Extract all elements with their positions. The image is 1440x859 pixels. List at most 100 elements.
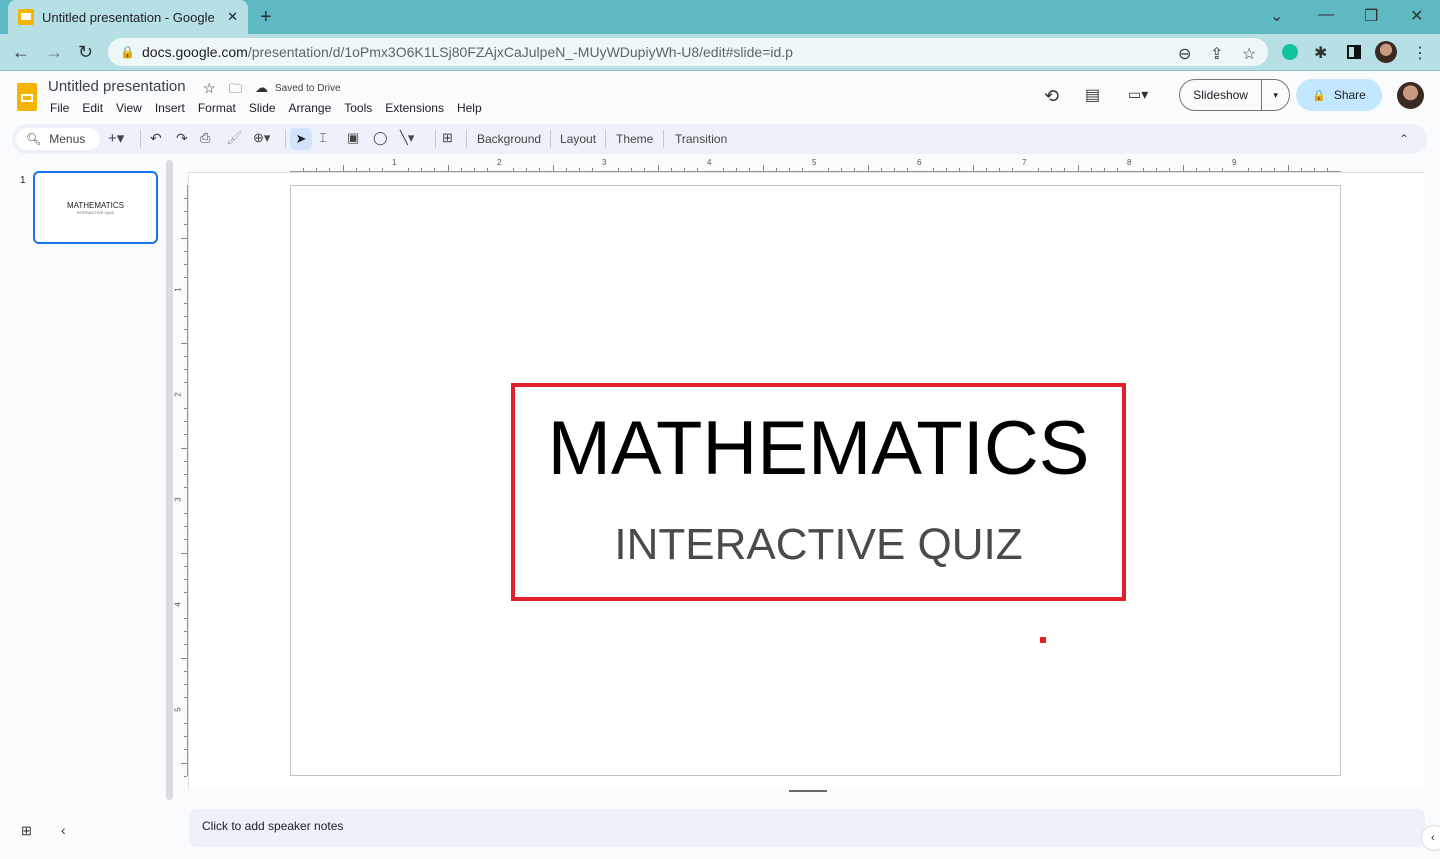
ruler-tick	[355, 168, 357, 171]
menu-insert[interactable]: Insert	[155, 101, 185, 115]
undo-icon[interactable]: ↶	[150, 130, 162, 147]
ruler-tick	[933, 168, 935, 171]
ruler-tick	[181, 447, 187, 449]
ruler-tick	[184, 670, 187, 672]
new-slide-icon[interactable]: +▾	[108, 129, 124, 147]
grammarly-extension-icon[interactable]	[1282, 44, 1298, 60]
ruler-tick	[381, 168, 383, 171]
notes-resize-handle[interactable]	[789, 790, 827, 792]
ruler-label: 3	[602, 158, 607, 167]
ruler-tick	[184, 368, 187, 370]
search-icon: 🔍︎	[26, 132, 42, 146]
minimize-icon[interactable]: —	[1318, 6, 1334, 24]
redo-icon[interactable]: ↷	[176, 130, 188, 147]
ruler-tick	[1169, 168, 1171, 171]
restore-icon[interactable]: ❐	[1364, 6, 1378, 26]
ruler-tick	[972, 165, 974, 171]
zoom-out-icon[interactable]: ⊖	[1178, 44, 1191, 64]
red-dot-marker	[1040, 637, 1046, 643]
menu-edit[interactable]: Edit	[82, 101, 103, 115]
text-box-icon[interactable]: ⌶	[319, 130, 327, 146]
ruler-tick	[184, 421, 187, 423]
shape-icon[interactable]: ◯	[373, 130, 388, 146]
select-cursor-icon[interactable]: ➤	[290, 128, 312, 150]
back-icon[interactable]: ←	[12, 42, 30, 63]
menu-help[interactable]: Help	[457, 101, 482, 115]
menu-extensions[interactable]: Extensions	[385, 101, 444, 115]
filmstrip-scrollbar[interactable]	[166, 160, 173, 800]
ruler-tick	[181, 552, 187, 554]
star-icon[interactable]: ☆	[203, 80, 216, 97]
ruler-tick	[184, 211, 187, 213]
move-folder-icon[interactable]: 🗀	[229, 80, 242, 102]
ruler-tick	[184, 578, 187, 580]
layout-button[interactable]: Layout	[560, 132, 596, 146]
version-history-icon[interactable]: ⟲	[1044, 86, 1059, 107]
comments-icon[interactable]: ▤	[1085, 85, 1100, 105]
ruler-tick	[893, 168, 895, 171]
paint-format-icon[interactable]: 🖌︎	[226, 130, 243, 146]
ruler-label: 1	[392, 158, 397, 167]
bookmark-star-icon[interactable]: ☆	[1242, 44, 1256, 64]
collapse-toolbar-icon[interactable]: ⌃	[1399, 132, 1409, 146]
menu-format[interactable]: Format	[198, 101, 236, 115]
menu-arrange[interactable]: Arrange	[289, 101, 332, 115]
collapse-filmstrip-icon[interactable]: ‹	[61, 822, 66, 838]
slide-thumbnail[interactable]: MATHEMATICS INTERACTIVE QUIZ	[33, 171, 158, 244]
grid-view-icon[interactable]: ⊞	[21, 823, 32, 839]
ruler-tick	[184, 644, 187, 646]
theme-button[interactable]: Theme	[616, 132, 653, 146]
slideshow-dropdown-icon[interactable]: ▾	[1261, 80, 1289, 110]
ruler-tick	[184, 683, 187, 685]
ruler-tick	[591, 168, 593, 171]
ruler-tick	[1221, 168, 1223, 171]
profile-avatar[interactable]	[1375, 41, 1397, 63]
url-input[interactable]: 🔒 docs.google.com/presentation/d/1oPmx3O…	[108, 38, 1268, 66]
side-panel-icon[interactable]	[1347, 45, 1361, 59]
close-tab-icon[interactable]: ✕	[227, 9, 238, 25]
extensions-puzzle-icon[interactable]: ✱	[1314, 43, 1327, 63]
account-avatar[interactable]	[1397, 82, 1424, 109]
menu-slide[interactable]: Slide	[249, 101, 276, 115]
menu-view[interactable]: View	[116, 101, 142, 115]
menu-file[interactable]: File	[50, 101, 69, 115]
slide-title[interactable]: MATHEMATICS	[515, 405, 1122, 492]
browser-menu-icon[interactable]: ⋮	[1412, 43, 1428, 63]
zoom-icon[interactable]: ⊕▾	[253, 130, 270, 146]
ruler-tick	[303, 168, 305, 171]
transition-button[interactable]: Transition	[675, 132, 727, 146]
ruler-tick	[998, 168, 1000, 171]
tab-search-icon[interactable]: ⌄	[1270, 6, 1283, 26]
reload-icon[interactable]: ↻	[78, 42, 93, 63]
meet-camera-icon[interactable]: ▭▾	[1128, 86, 1148, 103]
ruler-tick	[539, 168, 541, 171]
search-menus-input[interactable]: 🔍︎ Menus	[16, 128, 100, 150]
slides-logo-icon[interactable]	[17, 83, 37, 111]
ruler-tick	[1143, 168, 1145, 171]
slideshow-button[interactable]: Slideshow ▾	[1179, 79, 1290, 111]
line-icon[interactable]: ╲▾	[400, 130, 414, 146]
ruler-tick	[565, 168, 567, 171]
ruler-tick	[526, 168, 528, 171]
browser-tab[interactable]: Untitled presentation - Google Sl ✕	[8, 0, 248, 34]
ruler-tick	[184, 473, 187, 475]
forward-icon[interactable]: →	[45, 42, 63, 63]
image-icon[interactable]: ▣	[347, 130, 359, 146]
menu-tools[interactable]: Tools	[344, 101, 372, 115]
url-host: docs.google.com	[142, 44, 248, 60]
new-tab-icon[interactable]: +	[260, 6, 272, 29]
share-label: Share	[1333, 88, 1366, 102]
insert-comment-icon[interactable]: ⊞	[442, 130, 453, 146]
close-window-icon[interactable]: ✕	[1410, 6, 1423, 26]
document-title[interactable]: Untitled presentation	[48, 78, 186, 95]
print-icon[interactable]: ⎙	[200, 130, 210, 146]
side-panel-toggle-icon[interactable]: ‹	[1421, 825, 1440, 851]
speaker-notes[interactable]: Click to add speaker notes	[189, 809, 1425, 847]
share-button[interactable]: 🔒 Share	[1296, 79, 1382, 111]
background-button[interactable]: Background	[477, 132, 541, 146]
ruler-tick	[184, 250, 187, 252]
ruler-tick	[316, 168, 318, 171]
share-page-icon[interactable]: ⇪	[1210, 44, 1223, 64]
ruler-tick	[184, 316, 187, 318]
slide-subtitle[interactable]: INTERACTIVE QUIZ	[515, 520, 1122, 570]
